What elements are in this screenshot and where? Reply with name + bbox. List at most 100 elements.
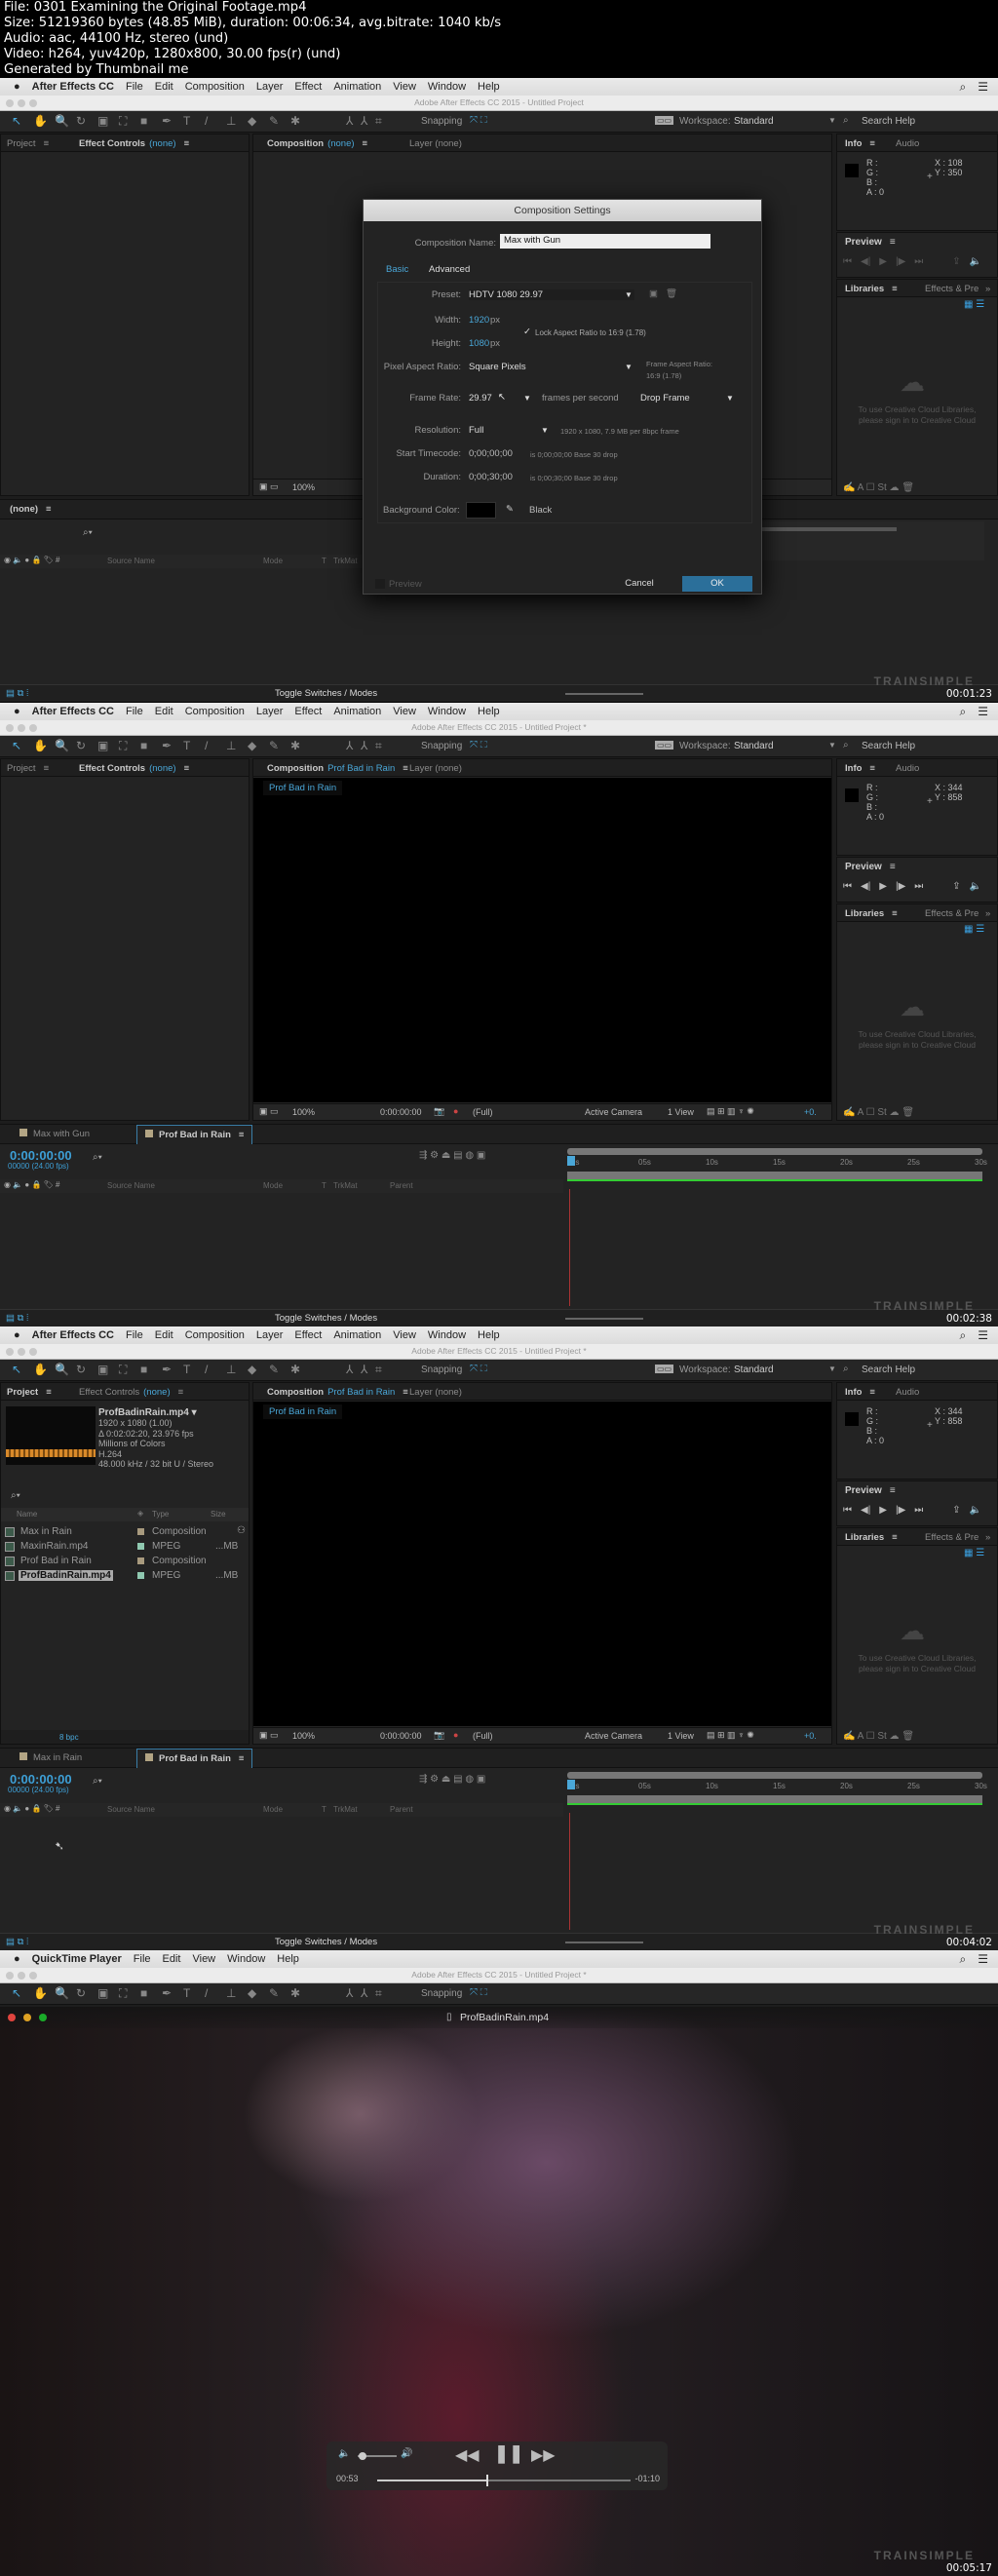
pen-tool-icon[interactable]: ✒ [162, 1363, 172, 1376]
toggle-switches-modes[interactable]: Toggle Switches / Modes [275, 688, 377, 699]
column-header[interactable]: Parent [390, 1181, 413, 1190]
video-title[interactable]: ProfBadinRain.mp4 [460, 2012, 549, 2023]
workspace-select[interactable]: Standard [734, 116, 774, 127]
tab-composition[interactable]: Composition (none) ≡ [267, 138, 367, 149]
column-header[interactable]: TrkMat [333, 1181, 358, 1190]
menu-item[interactable]: Animation [333, 1329, 381, 1341]
app-menu[interactable]: After Effects CC [32, 706, 114, 717]
first-frame-icon[interactable]: ⏮ [843, 256, 852, 267]
clone-stamp-tool-icon[interactable]: ⊥ [226, 739, 236, 752]
axis-mode-icon[interactable]: ⅄ [346, 114, 353, 128]
lazy-preview-icon[interactable]: ⇪ [952, 881, 960, 892]
play-icon[interactable]: ▶ [879, 1505, 887, 1516]
pixel-aspect-select[interactable]: Square Pixels [469, 362, 634, 372]
app-menu[interactable]: QuickTime Player [32, 1953, 122, 1965]
play-icon[interactable]: ▶ [879, 256, 887, 267]
column-header[interactable]: Size [211, 1510, 226, 1519]
apple-icon[interactable]: ● [14, 1953, 20, 1965]
menu-item[interactable]: Window [428, 81, 466, 93]
chevron-down-icon[interactable]: ▼ [523, 394, 531, 403]
search-help-input[interactable]: Search Help [862, 116, 915, 127]
tab-effect-controls[interactable]: Effect Controls (none) ≡ [79, 763, 189, 774]
type-tool-icon[interactable]: T [183, 739, 190, 752]
ok-button[interactable]: OK [682, 576, 752, 592]
pan-behind-tool-icon[interactable]: ⛶ [119, 1986, 127, 2001]
timeline-tab[interactable]: Prof Bad in Rain ≡ [136, 1125, 253, 1144]
search-help-input[interactable]: Search Help [862, 1365, 915, 1375]
tab-info[interactable]: Info ≡ [845, 763, 875, 774]
selection-tool-icon[interactable]: ↖ [12, 1986, 21, 2000]
menu-item[interactable]: Layer [256, 81, 284, 93]
chevron-down-icon[interactable]: ▼ [625, 363, 633, 371]
roto-brush-tool-icon[interactable]: ✎ [269, 739, 279, 752]
rotate-tool-icon[interactable]: ↻ [76, 1986, 86, 2000]
tab-audio[interactable]: Audio [896, 138, 919, 149]
puppet-tool-icon[interactable]: ✱ [290, 114, 300, 128]
eraser-tool-icon[interactable]: ◆ [248, 1363, 256, 1376]
axis-mode-icon[interactable]: ⌗ [375, 739, 382, 753]
timeline-current-time[interactable]: 0:00:00:00 [10, 1148, 72, 1163]
type-tool-icon[interactable]: T [183, 114, 190, 128]
zoom-tool-icon[interactable]: 🔍 [55, 739, 69, 752]
tab-info[interactable]: Info ≡ [845, 1387, 875, 1398]
column-header[interactable]: Parent [390, 1805, 413, 1814]
zoom-tool-icon[interactable]: 🔍 [55, 114, 69, 128]
snapping-icon[interactable]: ⤧ ⛶ [470, 1364, 487, 1374]
pause-button[interactable]: ❚❚ [494, 2443, 523, 2464]
more-panels-icon[interactable]: » [985, 908, 990, 919]
tab-audio[interactable]: Audio [896, 1387, 919, 1398]
tab-info[interactable]: Info ≡ [845, 138, 875, 149]
column-header[interactable]: T [322, 1181, 326, 1190]
hand-tool-icon[interactable]: ✋ [33, 739, 48, 752]
menu-item[interactable]: View [393, 81, 416, 93]
height-input[interactable]: 1080 [469, 338, 489, 349]
panel-menu-icon[interactable]: ≡ [44, 138, 50, 149]
chevron-down-icon[interactable]: ▼ [828, 741, 836, 750]
resolution-select[interactable]: (Full) [473, 1107, 493, 1117]
menu-item[interactable]: Composition [185, 81, 245, 93]
resolution-select[interactable]: Full [469, 425, 547, 436]
previous-frame-icon[interactable]: ◀| [861, 256, 870, 267]
menu-item[interactable]: Animation [333, 81, 381, 93]
menu-item[interactable]: Edit [155, 706, 173, 717]
libraries-footer-icons[interactable]: ✍ A ☐ St ☁ 🗑 [843, 482, 914, 493]
timeline-tab[interactable]: Max with Gun [19, 1129, 90, 1139]
axis-mode-icon[interactable]: ⅄ [346, 1986, 353, 2000]
panel-menu-icon[interactable]: ≡ [869, 138, 875, 149]
notification-center-icon[interactable]: ☰ [978, 1328, 988, 1343]
snapping-icon[interactable]: ⤧ ⛶ [470, 115, 487, 126]
rotate-tool-icon[interactable]: ↻ [76, 114, 86, 128]
timeline-tab[interactable]: Max in Rain [19, 1752, 82, 1763]
chevron-down-icon[interactable]: ▼ [828, 116, 836, 125]
lazy-preview-icon[interactable]: ⇪ [952, 256, 960, 267]
menu-item[interactable]: Layer [256, 706, 284, 717]
tab-layer[interactable]: Layer (none) [409, 763, 462, 774]
tab-effects-presets[interactable]: Effects & Pre [925, 1532, 979, 1543]
width-input[interactable]: 1920 [469, 315, 489, 326]
menu-item[interactable]: Window [428, 706, 466, 717]
chevron-down-icon[interactable]: ▼ [541, 426, 549, 435]
hand-tool-icon[interactable]: ✋ [33, 114, 48, 128]
menu-item[interactable]: Help [478, 81, 500, 93]
panel-menu-icon[interactable]: ≡ [890, 1485, 896, 1496]
menu-item[interactable]: Window [227, 1953, 265, 1965]
current-time-indicator[interactable] [567, 1780, 575, 1789]
current-time-indicator[interactable] [567, 1156, 575, 1166]
axis-mode-icon[interactable]: ⅄ [361, 739, 367, 752]
more-panels-icon[interactable]: » [985, 1532, 990, 1543]
rectangle-tool-icon[interactable]: ■ [140, 1363, 147, 1376]
panel-menu-icon[interactable]: ≡ [46, 1387, 52, 1398]
grid-view-icon[interactable]: ▦ ☰ [964, 299, 984, 310]
grid-view-icon[interactable]: ▦ ☰ [964, 1548, 984, 1558]
panel-menu-icon[interactable]: ≡ [890, 237, 896, 248]
tab-layer[interactable]: Layer (none) [409, 138, 462, 149]
drop-frame-select[interactable]: Drop Frame [640, 393, 728, 404]
menu-item[interactable]: Layer [256, 1329, 284, 1341]
panel-menu-icon[interactable]: ≡ [44, 763, 50, 774]
column-header[interactable]: Mode [263, 557, 283, 565]
roto-brush-tool-icon[interactable]: ✎ [269, 1363, 279, 1376]
spotlight-icon[interactable]: ⌕ [960, 1952, 967, 1967]
column-header[interactable]: Source Name [107, 557, 155, 565]
eraser-tool-icon[interactable]: ◆ [248, 739, 256, 752]
timeline-tab[interactable]: Prof Bad in Rain ≡ [136, 1749, 253, 1768]
